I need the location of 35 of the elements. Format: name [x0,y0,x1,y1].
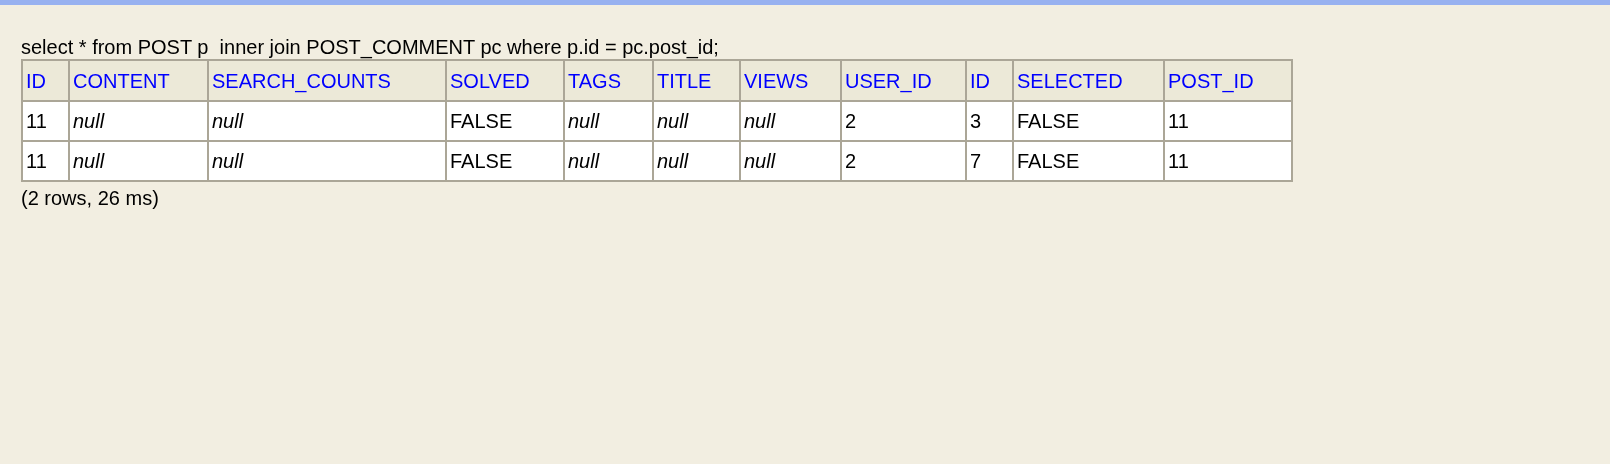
column-header[interactable]: CONTENT [69,60,208,101]
column-header[interactable]: VIEWS [740,60,841,101]
table-cell: FALSE [1013,141,1164,181]
table-cell: null [69,141,208,181]
table-cell: 2 [841,101,966,141]
table-cell: null [564,141,653,181]
table-cell: 7 [966,141,1013,181]
table-cell: null [208,141,446,181]
column-header[interactable]: POST_ID [1164,60,1292,101]
column-header[interactable]: SEARCH_COUNTS [208,60,446,101]
table-cell: null [69,101,208,141]
result-summary: (2 rows, 26 ms) [21,186,160,210]
table-cell: FALSE [446,141,564,181]
table-cell: 11 [1164,101,1292,141]
table-cell: null [740,141,841,181]
column-header[interactable]: USER_ID [841,60,966,101]
column-header[interactable]: TAGS [564,60,653,101]
table-cell: 11 [1164,141,1292,181]
column-header[interactable]: SELECTED [1013,60,1164,101]
table-cell: null [208,101,446,141]
column-header[interactable]: ID [966,60,1013,101]
table-cell: null [653,101,740,141]
table-cell: 2 [841,141,966,181]
table-cell: 11 [22,141,69,181]
table-cell: 3 [966,101,1013,141]
table-cell: FALSE [1013,101,1164,141]
column-header[interactable]: TITLE [653,60,740,101]
table-cell: 11 [22,101,69,141]
column-header[interactable]: ID [22,60,69,101]
sql-query: select * from POST p inner join POST_COMMENT pc where p.id = pc.post_id; [21,35,720,59]
column-header[interactable]: SOLVED [446,60,564,101]
table-cell: FALSE [446,101,564,141]
table-cell: null [564,101,653,141]
table-cell: null [740,101,841,141]
table-cell: null [653,141,740,181]
